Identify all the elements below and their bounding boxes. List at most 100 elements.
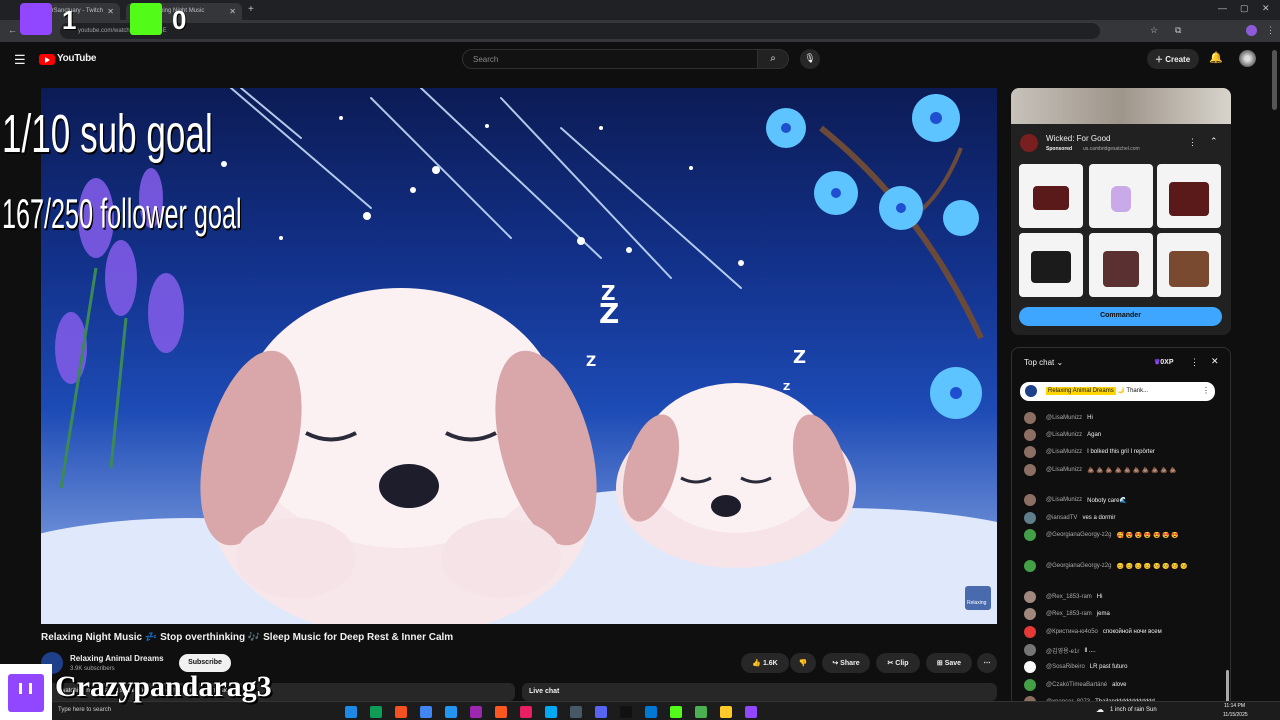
notifications-bell-icon[interactable]: 🔔 (1209, 51, 1223, 64)
top-chat-selector[interactable]: Top chat ⌄ (1024, 358, 1063, 367)
chat-author[interactable]: @GeorgianaGeorgy-z2g (1046, 563, 1111, 569)
chat-author[interactable]: @김영용-e1r (1046, 646, 1079, 655)
chat-author[interactable]: @LisaMunizz (1046, 467, 1082, 473)
chat-author[interactable]: @Rex_1853-ram (1046, 594, 1092, 600)
close-icon[interactable]: ✕ (107, 7, 114, 16)
pinned-message[interactable]: Relaxing Animal Dreams 🌙 Thank... ⋮ (1020, 382, 1215, 401)
chat-message[interactable]: @LisaMunizz Noboty care🌊 (1024, 493, 1127, 507)
new-tab-icon[interactable]: + (248, 4, 254, 15)
extensions-icon[interactable]: ⧉ (1175, 25, 1181, 36)
video-player[interactable]: ZZ ZZ Z Relaxing (41, 88, 997, 624)
chat-message[interactable]: @LisaMunizz Agan (1024, 428, 1101, 442)
close-icon[interactable]: ✕ (229, 7, 236, 16)
youtube-logo-icon[interactable] (39, 54, 55, 65)
chat-author[interactable]: @SosaRibeiro (1046, 664, 1085, 670)
chat-message[interactable]: @iansadTV ves a dormir (1024, 511, 1115, 525)
taskbar-app-icon[interactable] (470, 706, 482, 718)
chat-author[interactable]: @LisaMunizz (1046, 449, 1082, 455)
chat-close-icon[interactable]: ✕ (1211, 356, 1219, 367)
close-window-icon[interactable]: ✕ (1262, 3, 1270, 14)
chat-message[interactable]: @SosaRibeiro LR past futuro (1024, 660, 1127, 674)
account-avatar[interactable] (1239, 50, 1256, 67)
hamburger-menu-icon[interactable]: ☰ (14, 52, 26, 68)
share-button[interactable]: ↪ Share (822, 653, 870, 673)
chat-message[interactable]: @CzakóTímeaBartáné alove (1024, 678, 1126, 692)
taskbar-search[interactable]: Type here to search (58, 707, 111, 713)
taskbar-app-icon[interactable] (370, 706, 382, 718)
search-input[interactable]: Search (462, 49, 758, 69)
live-chat-replay-panel[interactable]: Live chat (522, 683, 997, 701)
clip-button[interactable]: ✂ Clip (876, 653, 920, 673)
chat-message[interactable]: @GeorgianaGeorgy-z2g 🥰 😍 😍 😍 😍 😍 😍 (1024, 528, 1179, 542)
chat-avatar[interactable] (1024, 661, 1036, 673)
chat-message[interactable]: @LisaMunizz Hi (1024, 411, 1093, 425)
chat-avatar[interactable] (1024, 529, 1036, 541)
product-bag-1[interactable] (1019, 164, 1083, 228)
search-button[interactable]: ⌕ (757, 49, 789, 69)
commander-button[interactable]: Commander (1019, 307, 1222, 326)
channel-name[interactable]: Relaxing Animal Dreams (70, 654, 164, 663)
chat-message[interactable]: @GeorgianaGeorgy-z2g 😊 😊 😊 😊 😚 😚 😚 😚 (1024, 559, 1188, 573)
youtube-logo-text[interactable]: YouTube (57, 53, 97, 64)
url-field[interactable]: youtube.com/watch?v=Q1evTt4E (60, 23, 1100, 39)
chat-author[interactable]: @iansadTV (1046, 515, 1077, 521)
taskbar-app-icon[interactable] (595, 706, 607, 718)
chat-avatar[interactable] (1024, 626, 1036, 638)
product-bag-2[interactable] (1089, 164, 1153, 228)
taskbar-app-icon[interactable] (670, 706, 682, 718)
product-bag-4[interactable] (1019, 233, 1083, 297)
chat-author[interactable]: @Rex_1853-ram (1046, 611, 1092, 617)
taskbar-app-icon[interactable] (495, 706, 507, 718)
taskbar-app-icon[interactable] (445, 706, 457, 718)
chat-avatar[interactable] (1024, 679, 1036, 691)
taskbar-app-icon[interactable] (720, 706, 732, 718)
chat-message[interactable]: @LisaMunizz 💩 💩 💩 💩 💩 💩 💩 💩 💩 💩 (1024, 463, 1177, 477)
dislike-button[interactable]: 👎 (790, 653, 816, 673)
taskbar-app-icon[interactable] (345, 706, 357, 718)
menu-icon[interactable]: ⋮ (1266, 25, 1275, 36)
xp-badge[interactable]: ♛0XP (1154, 358, 1174, 366)
chat-more-icon[interactable]: ⋮ (1190, 357, 1199, 368)
chat-author[interactable]: @Кристина-ю4о5о (1046, 629, 1098, 635)
more-actions-button[interactable]: ⋯ (977, 653, 997, 673)
taskbar-app-icon[interactable] (570, 706, 582, 718)
chat-author[interactable]: @LisaMunizz (1046, 432, 1082, 438)
chat-message[interactable]: @LisaMunizz I bolked this gril I repörter (1024, 445, 1155, 459)
chat-author[interactable]: @LisaMunizz (1046, 415, 1082, 421)
chat-author[interactable]: @LisaMunizz (1046, 497, 1082, 503)
taskbar-app-icon[interactable] (395, 706, 407, 718)
voice-search-button[interactable]: 🎙 (800, 49, 820, 69)
chat-message[interactable]: @Кристина-ю4о5о спокойной ночи всем (1024, 625, 1162, 639)
chat-avatar[interactable] (1024, 494, 1036, 506)
product-bag-6[interactable] (1157, 233, 1221, 297)
maximize-icon[interactable]: ▢ (1240, 3, 1249, 14)
star-icon[interactable]: ☆ (1150, 25, 1158, 36)
chat-message[interactable]: @Rex_1853-ram jema (1024, 607, 1110, 621)
chat-author[interactable]: @CzakóTímeaBartáné (1046, 682, 1107, 688)
profile-avatar[interactable] (1246, 25, 1257, 36)
page-scrollbar[interactable] (1272, 50, 1277, 110)
chat-scrollbar[interactable] (1226, 670, 1229, 704)
pinned-more-icon[interactable]: ⋮ (1202, 386, 1210, 395)
weather-text[interactable]: 1 inch of rain Sun (1110, 707, 1157, 713)
chat-avatar[interactable] (1024, 608, 1036, 620)
collapse-chevron-icon[interactable]: ⌃ (1210, 136, 1218, 147)
create-button[interactable]: ＋ Create (1147, 49, 1199, 69)
taskbar-app-icon[interactable] (745, 706, 757, 718)
ad-more-icon[interactable]: ⋮ (1188, 137, 1197, 148)
chat-avatar[interactable] (1024, 412, 1036, 424)
chat-avatar[interactable] (1024, 512, 1036, 524)
taskbar-app-icon[interactable] (420, 706, 432, 718)
product-bag-5[interactable] (1089, 233, 1153, 297)
chat-avatar[interactable] (1024, 560, 1036, 572)
taskbar-time[interactable]: 11:14 PM (1224, 703, 1245, 709)
taskbar-app-icon[interactable] (645, 706, 657, 718)
product-bag-3[interactable] (1157, 164, 1221, 228)
chat-avatar[interactable] (1024, 644, 1036, 656)
like-button[interactable]: 👍 1.6K (741, 653, 789, 673)
taskbar-app-icon[interactable] (520, 706, 532, 718)
chat-message[interactable]: @김영용-e1r Ⅱ .... (1024, 643, 1096, 657)
chat-avatar[interactable] (1024, 429, 1036, 441)
chat-message[interactable]: @Rex_1853-ram Hi (1024, 590, 1102, 604)
chat-avatar[interactable] (1024, 591, 1036, 603)
